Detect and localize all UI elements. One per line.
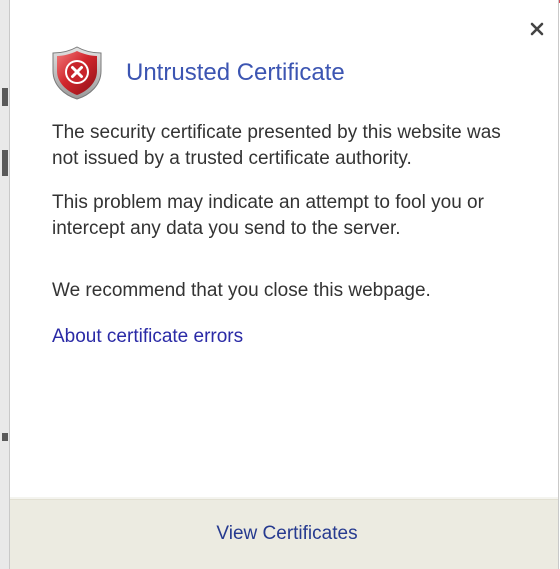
dialog-title: Untrusted Certificate xyxy=(126,59,345,86)
background-mark xyxy=(2,433,8,441)
dialog-header: Untrusted Certificate xyxy=(50,44,345,102)
warning-paragraph: This problem may indicate an attempt to … xyxy=(52,192,484,239)
shield-error-icon xyxy=(52,46,102,100)
view-certificates-button[interactable]: View Certificates xyxy=(216,523,357,545)
dialog-body: The security certificate presented by th… xyxy=(52,120,522,350)
certificate-warning-dialog: Untrusted Certificate The security certi… xyxy=(9,0,559,569)
dialog-footer: View Certificates xyxy=(10,499,558,569)
about-certificate-errors-link[interactable]: About certificate errors xyxy=(52,326,243,347)
background-mark xyxy=(2,150,8,176)
close-icon xyxy=(530,22,544,36)
close-button[interactable] xyxy=(526,18,548,40)
warning-paragraph: The security certificate presented by th… xyxy=(52,122,501,169)
background-mark xyxy=(2,88,8,106)
recommendation-paragraph: We recommend that you close this webpage… xyxy=(52,280,431,301)
